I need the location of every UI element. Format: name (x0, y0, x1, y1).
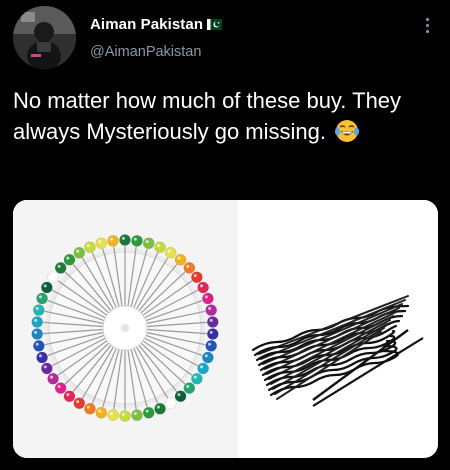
user-handle[interactable]: @AimanPakistan (90, 44, 201, 60)
tweet-text: No matter how much of these buy. They al… (13, 85, 433, 147)
avatar-image (13, 6, 76, 69)
avatar[interactable] (13, 6, 76, 69)
pakistan-flag-icon (207, 19, 223, 30)
tweet[interactable]: Aiman Pakistan @AimanPakistan No matter … (0, 0, 450, 470)
pin-wheel (31, 234, 219, 422)
pins-and-bobby-pins-photo (13, 200, 438, 458)
name-row: Aiman Pakistan (90, 16, 223, 33)
display-name[interactable]: Aiman Pakistan (90, 16, 203, 33)
tweet-photo[interactable] (13, 200, 438, 458)
more-options-icon[interactable] (416, 12, 438, 38)
face-with-tears-of-joy-icon (335, 120, 360, 142)
